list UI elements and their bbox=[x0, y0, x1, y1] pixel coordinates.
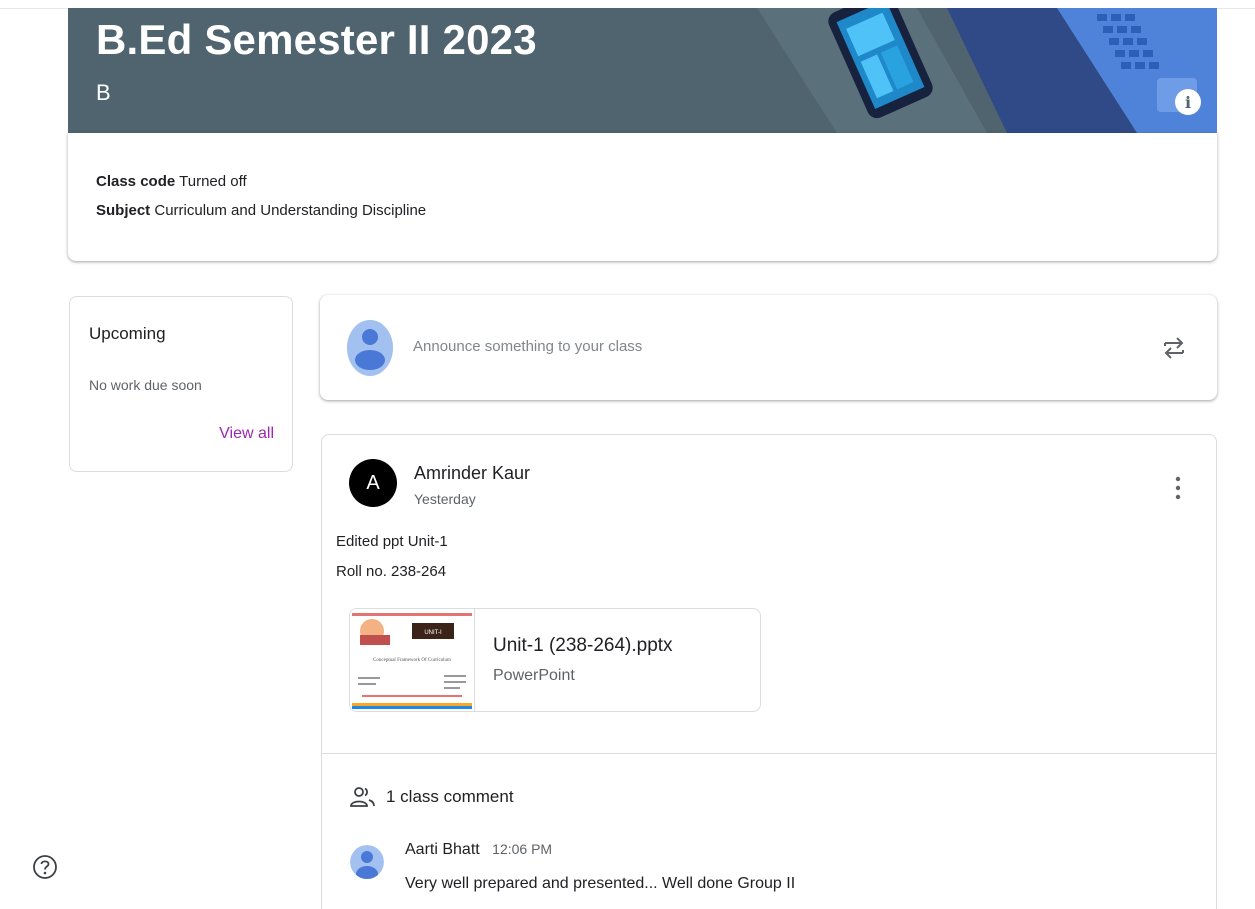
banner-illustration bbox=[757, 8, 1217, 133]
announce-input[interactable]: Announce something to your class bbox=[413, 338, 642, 355]
subject-value: Curriculum and Understanding Discipline bbox=[154, 202, 427, 219]
attachment-thumbnail: UNIT-I Conceptual Framework Of Curriculu… bbox=[350, 609, 475, 711]
comment-time: 12:06 PM bbox=[492, 841, 553, 857]
attachment-name: Unit-1 (238-264).pptx bbox=[493, 635, 673, 656]
subject-label: Subject bbox=[96, 202, 151, 219]
commenter-avatar bbox=[350, 845, 384, 879]
attachment-card[interactable]: UNIT-I Conceptual Framework Of Curriculu… bbox=[349, 608, 761, 712]
view-all-link[interactable]: View all bbox=[219, 425, 274, 443]
comment-author-line: Aarti Bhatt 12:06 PM bbox=[405, 841, 552, 859]
commenter-avatar-icon bbox=[350, 845, 384, 879]
stream-post: A Amrinder Kaur Yesterday Edited ppt Uni… bbox=[321, 434, 1217, 909]
post-time: Yesterday bbox=[414, 491, 476, 507]
class-title: B.Ed Semester II 2023 bbox=[96, 16, 537, 63]
upcoming-title: Upcoming bbox=[89, 324, 166, 343]
post-author: Amrinder Kaur bbox=[414, 463, 531, 483]
upcoming-empty-text: No work due soon bbox=[89, 377, 202, 393]
comment-author: Aarti Bhatt bbox=[405, 841, 480, 858]
class-banner: B.Ed Semester II 2023 B i bbox=[68, 8, 1217, 133]
more-options-icon[interactable] bbox=[1174, 473, 1182, 503]
author-avatar: A bbox=[349, 459, 397, 507]
post-divider bbox=[322, 753, 1216, 754]
user-avatar bbox=[347, 320, 393, 376]
upcoming-card: Upcoming No work due soon View all bbox=[69, 296, 293, 472]
announce-box[interactable]: Announce something to your class bbox=[320, 295, 1217, 400]
class-section: B bbox=[96, 80, 111, 105]
subject-line: Subject Curriculum and Understanding Dis… bbox=[96, 202, 426, 219]
comment-text: Very well prepared and presented... Well… bbox=[405, 875, 796, 892]
attachment-type: PowerPoint bbox=[493, 667, 575, 684]
thumbnail-caption: Conceptual Framework Of Curriculum bbox=[373, 658, 451, 663]
user-avatar-icon bbox=[347, 320, 393, 370]
post-text-line-1: Edited ppt Unit-1 bbox=[336, 533, 448, 550]
class-code-line: Class code Turned off bbox=[96, 173, 247, 190]
help-icon[interactable] bbox=[32, 854, 58, 880]
thumbnail-badge-text: UNIT-I bbox=[424, 630, 442, 636]
class-details-card: Class code Turned off Subject Curriculum… bbox=[68, 133, 1217, 261]
class-code-value: Turned off bbox=[179, 173, 247, 190]
comment-count: 1 class comment bbox=[386, 787, 514, 806]
class-code-label: Class code bbox=[96, 173, 176, 190]
repost-icon[interactable] bbox=[1161, 333, 1187, 363]
post-text-line-2: Roll no. 238-264 bbox=[336, 563, 447, 580]
people-icon bbox=[350, 787, 375, 807]
info-icon[interactable]: i bbox=[1175, 89, 1201, 115]
